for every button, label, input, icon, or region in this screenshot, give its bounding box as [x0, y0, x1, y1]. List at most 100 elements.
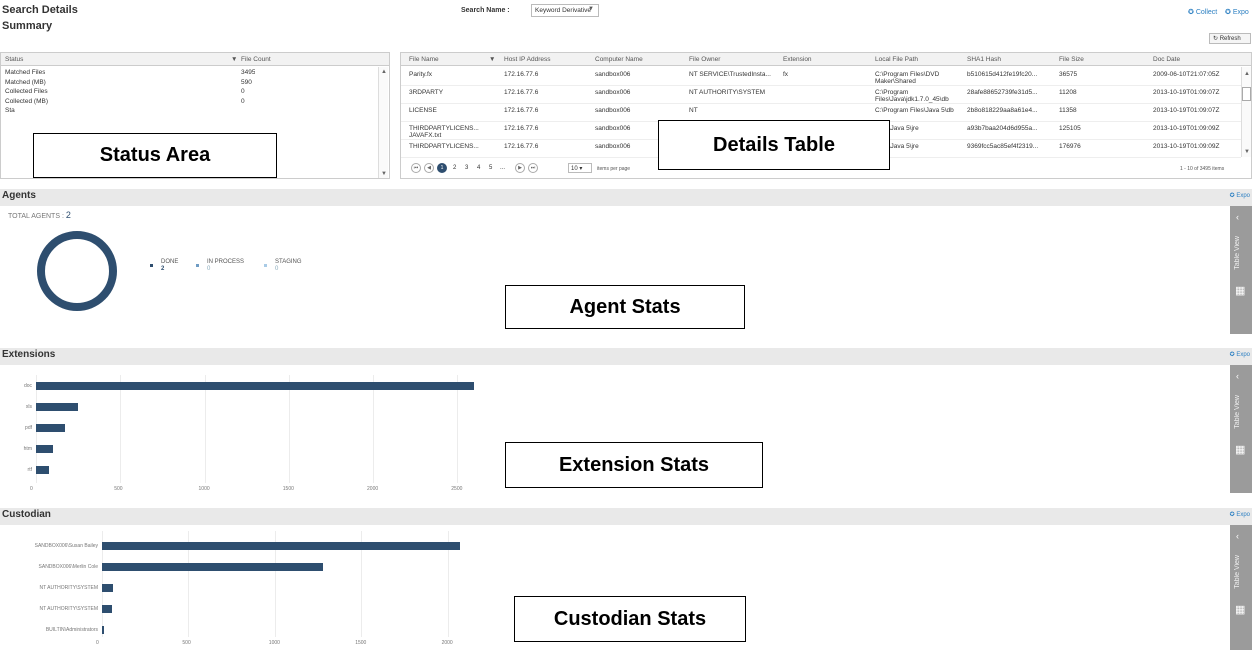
file-name-cell: THIRDPARTYLICENS... — [409, 143, 479, 150]
table-row[interactable]: Sta — [1, 107, 378, 116]
legend-label: IN PROCESS — [207, 259, 245, 265]
filter-icon[interactable]: ▼ — [489, 56, 495, 63]
column-header-file-size[interactable]: File Size — [1059, 56, 1084, 63]
table-row[interactable]: Collected Files 0 — [1, 88, 378, 97]
bar[interactable] — [102, 542, 460, 550]
bar[interactable] — [102, 605, 112, 613]
gridline — [457, 375, 459, 483]
bar[interactable] — [102, 626, 105, 634]
first-page-button[interactable]: ⏮ — [411, 163, 421, 173]
column-header-sha1-hash[interactable]: SHA1 Hash — [967, 56, 1001, 63]
column-header-local-file-path[interactable]: Local File Path — [875, 56, 918, 63]
file-size-cell: 176976 — [1059, 143, 1081, 150]
table-view-label[interactable]: Table View — [1234, 236, 1241, 270]
agents-export-button[interactable]: ✪ Expo — [1230, 192, 1250, 199]
extensions-table-view-sidebar[interactable]: ‹ Table View ▦ — [1230, 365, 1252, 493]
computer-name-cell: sandbox006 — [595, 107, 631, 114]
export-button[interactable]: ✪ Expo — [1225, 8, 1249, 16]
bar[interactable] — [36, 445, 53, 453]
column-header-file-count[interactable]: File Count — [241, 56, 271, 63]
page-more-button[interactable]: ... — [500, 165, 505, 171]
bar[interactable] — [36, 466, 50, 474]
page-size-select[interactable]: 10 ▾ — [568, 163, 592, 173]
bar[interactable] — [102, 563, 324, 571]
grid-icon[interactable]: ▦ — [1235, 443, 1245, 456]
next-page-button[interactable]: ▶ — [515, 163, 525, 173]
table-row[interactable]: Matched (MB) 590 — [1, 79, 378, 88]
y-category-label: NT AUTHORITY\SYSTEM — [39, 606, 98, 612]
gridline — [204, 375, 206, 483]
local-file-path-cell: C:\Program Files\DVD Maker\Shared — [875, 71, 940, 85]
sha1-hash-cell: b510615d412fe19fc20... — [967, 71, 1038, 78]
export-label: Expo — [1232, 9, 1249, 16]
search-name-select[interactable]: Keyword Derivative ▼ — [531, 4, 599, 17]
last-page-button[interactable]: ⏭ — [528, 163, 538, 173]
file-size-cell: 11208 — [1059, 89, 1077, 96]
page-1-button[interactable]: 1 — [437, 163, 447, 173]
legend-value: 0 — [275, 266, 279, 272]
chevron-left-icon[interactable]: ‹ — [1236, 212, 1239, 222]
summary-heading: Summary — [2, 20, 53, 32]
custodian-export-button[interactable]: ✪ Expo — [1230, 511, 1250, 518]
file-name-cell: Parity.fx — [409, 71, 432, 78]
collect-button[interactable]: ✪ Collect — [1188, 8, 1217, 16]
file-size-cell: 11358 — [1059, 107, 1077, 114]
table-view-label[interactable]: Table View — [1234, 395, 1241, 429]
table-row[interactable]: Parity.fx 172.16.77.6 sandbox006 NT SERVICE… — [401, 69, 1241, 86]
page-4-button[interactable]: 4 — [477, 165, 480, 171]
y-category-label: SANDBOX006\Susan Bailey — [34, 543, 98, 549]
scroll-down-icon[interactable]: ▼ — [381, 171, 387, 177]
status-cell: Matched Files — [5, 69, 46, 76]
x-tick-label: 500 — [182, 640, 191, 646]
total-agents-label: TOTAL AGENTS : 2 — [8, 210, 71, 220]
chevron-left-icon[interactable]: ‹ — [1236, 371, 1239, 381]
file-size-cell: 125105 — [1059, 125, 1081, 132]
filter-icon[interactable]: ▼ — [231, 56, 237, 63]
grid-icon[interactable]: ▦ — [1235, 284, 1245, 297]
status-cell: Collected Files — [5, 88, 48, 95]
prev-page-button[interactable]: ◀ — [424, 163, 434, 173]
chevron-left-icon[interactable]: ‹ — [1236, 531, 1239, 541]
column-header-status[interactable]: Status — [5, 56, 23, 63]
host-ip-cell: 172.16.77.6 — [504, 107, 539, 114]
y-category-label: doc — [23, 383, 32, 389]
scroll-up-icon[interactable]: ▲ — [1244, 71, 1250, 77]
table-row[interactable]: Matched Files 3495 — [1, 69, 378, 78]
column-header-extension[interactable]: Extension — [783, 56, 812, 63]
extension-cell — [783, 89, 869, 103]
column-header-file-name[interactable]: File Name — [409, 56, 439, 63]
scroll-thumb[interactable] — [1242, 87, 1251, 101]
table-row[interactable]: Collected (MB) 0 — [1, 98, 378, 107]
scroll-up-icon[interactable]: ▲ — [381, 69, 387, 75]
grid-icon[interactable]: ▦ — [1235, 603, 1245, 616]
column-header-doc-date[interactable]: Doc Date — [1153, 56, 1180, 63]
x-tick-label: 0 — [30, 486, 33, 492]
column-header-computer-name[interactable]: Computer Name — [595, 56, 643, 63]
x-tick-label: 500 — [114, 486, 123, 492]
scroll-down-icon[interactable]: ▼ — [1244, 149, 1250, 155]
custodian-export-label: Expo — [1236, 512, 1250, 518]
bar[interactable] — [102, 584, 114, 592]
column-header-file-owner[interactable]: File Owner — [689, 56, 720, 63]
agents-table-view-sidebar[interactable]: ‹ Table View ▦ — [1230, 206, 1252, 334]
bar[interactable] — [36, 424, 65, 432]
refresh-button[interactable]: ↻ Refresh — [1209, 33, 1251, 44]
bar[interactable] — [36, 382, 475, 390]
file-owner-cell: NT — [689, 107, 698, 114]
x-tick-label: 1500 — [355, 640, 367, 646]
page-size-value: 10 — [571, 166, 578, 172]
column-header-host-ip[interactable]: Host IP Address — [504, 56, 551, 63]
page-3-button[interactable]: 3 — [465, 165, 468, 171]
page-2-button[interactable]: 2 — [453, 165, 456, 171]
computer-name-cell: sandbox006 — [595, 89, 631, 96]
sha1-hash-cell: 2b8o818229aa8a61e4... — [967, 107, 1038, 114]
bar[interactable] — [36, 403, 79, 411]
page-5-button[interactable]: 5 — [489, 165, 492, 171]
details-scrollbar[interactable]: ▲ ▼ — [1241, 67, 1251, 157]
table-view-label[interactable]: Table View — [1234, 555, 1241, 589]
status-scrollbar[interactable]: ▲ ▼ — [378, 67, 388, 178]
custodian-table-view-sidebar[interactable]: ‹ Table View ▦ — [1230, 525, 1252, 650]
extensions-export-button[interactable]: ✪ Expo — [1230, 351, 1250, 358]
table-row[interactable]: 3RDPARTY 172.16.77.6 sandbox006 NT AUTHORIT… — [401, 87, 1241, 104]
collect-icon: ✪ — [1188, 9, 1194, 16]
